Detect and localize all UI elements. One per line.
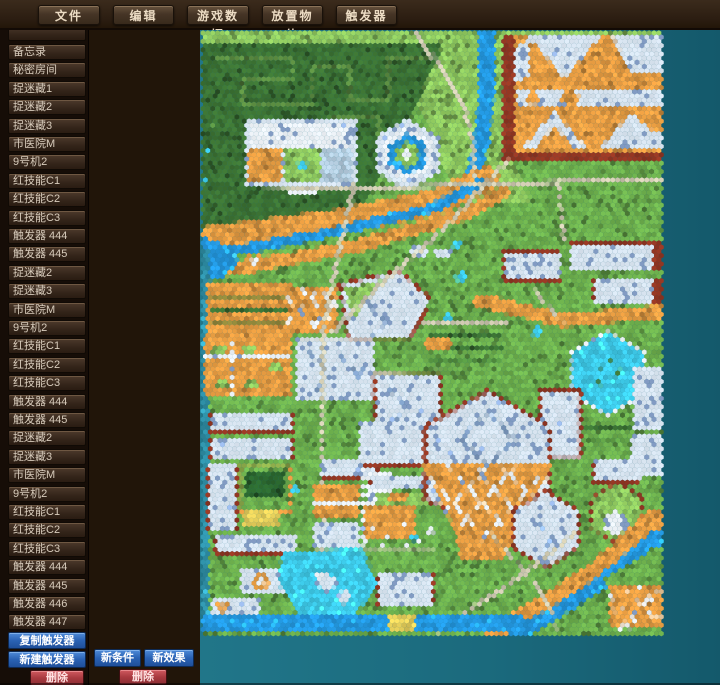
trigger-list-item[interactable]: 备忘录 xyxy=(8,44,86,60)
trigger-list-item[interactable]: 市医院M xyxy=(8,467,86,483)
map-editor-window: 文件 编辑 游戏数据 放置物体 触发器 备忘录秘密房间捉迷藏1 捉迷藏2 捉迷藏3 市… xyxy=(0,0,720,685)
trigger-list-item[interactable]: 红技能C3 xyxy=(8,210,86,226)
menu-item-edit[interactable]: 编辑 xyxy=(113,5,174,25)
trigger-list-item[interactable]: 捉迷藏3 xyxy=(8,118,86,134)
map-viewport xyxy=(200,30,720,685)
trigger-list-item[interactable]: 捉迷藏2 xyxy=(8,430,86,446)
trigger-list-item[interactable]: 红技能C1 xyxy=(8,504,86,520)
trigger-list-item[interactable]: 9号机2 xyxy=(8,320,86,336)
trigger-list-item[interactable]: 捉迷藏3 xyxy=(8,283,86,299)
new-effect-button[interactable]: 新效果 xyxy=(144,649,194,667)
trigger-list-item[interactable]: 触发器 444 xyxy=(8,559,86,575)
trigger-list-item[interactable]: 捉迷藏3 xyxy=(8,449,86,465)
trigger-list-item[interactable]: 红技能C3 xyxy=(8,541,86,557)
copy-trigger-button[interactable]: 复制触发器 xyxy=(8,632,86,649)
menu-item-trigger[interactable]: 触发器 xyxy=(336,5,397,25)
trigger-list-item[interactable]: 触发器 446 xyxy=(8,596,86,612)
trigger-list-item[interactable]: 红技能C2 xyxy=(8,357,86,373)
trigger-list-item[interactable]: 红技能C2 xyxy=(8,191,86,207)
trigger-list-item[interactable]: 捉迷藏2 xyxy=(8,99,86,115)
trigger-list-item[interactable]: 捉迷藏2 xyxy=(8,265,86,281)
trigger-list-item[interactable]: 触发器 444 xyxy=(8,394,86,410)
trigger-detail-panel: 新条件 新效果 删除 xyxy=(88,30,200,685)
menu-item-game-data[interactable]: 游戏数据 xyxy=(187,5,249,25)
trigger-list-item[interactable]: 红技能C1 xyxy=(8,173,86,189)
trigger-list-item[interactable]: 市医院M xyxy=(8,302,86,318)
menu-bar: 文件 编辑 游戏数据 放置物体 触发器 xyxy=(0,0,720,30)
new-trigger-button[interactable]: 新建触发器 xyxy=(8,651,86,668)
trigger-list-item[interactable]: 触发器 445 xyxy=(8,412,86,428)
menu-item-place-object[interactable]: 放置物体 xyxy=(262,5,323,25)
trigger-list-item[interactable]: 秘密房间 xyxy=(8,62,86,78)
trigger-list-item[interactable]: 红技能C1 xyxy=(8,338,86,354)
menu-item-file[interactable]: 文件 xyxy=(38,5,100,25)
trigger-list-item[interactable]: 触发器 445 xyxy=(8,578,86,594)
map-canvas[interactable] xyxy=(200,30,720,685)
trigger-list-item[interactable]: 9号机2 xyxy=(8,154,86,170)
trigger-list-item[interactable]: 触发器 447 xyxy=(8,614,86,630)
trigger-list-item[interactable]: 9号机2 xyxy=(8,486,86,502)
trigger-list-item[interactable]: 红技能C3 xyxy=(8,375,86,391)
trigger-list-item[interactable]: 红技能C2 xyxy=(8,522,86,538)
trigger-list-item[interactable]: 触发器 444 xyxy=(8,228,86,244)
new-condition-button[interactable]: 新条件 xyxy=(94,649,141,667)
trigger-list-item[interactable]: 捉迷藏1 xyxy=(8,81,86,97)
trigger-list-item[interactable]: 市医院M xyxy=(8,136,86,152)
trigger-list-panel: 备忘录秘密房间捉迷藏1 捉迷藏2 捉迷藏3 市医院M 9号机2 红技能C1 红技能C2 红技能… xyxy=(0,30,88,685)
trigger-list-item[interactable]: 触发器 445 xyxy=(8,246,86,262)
trigger-list-item-partial[interactable] xyxy=(8,30,86,41)
